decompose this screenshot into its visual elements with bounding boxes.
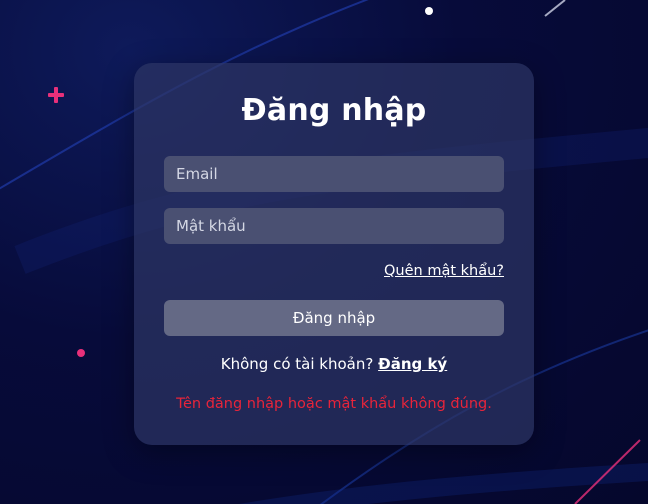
signup-link[interactable]: Đăng ký [378,355,447,373]
email-field[interactable] [164,156,504,192]
password-field[interactable] [164,208,504,244]
dot-sparkle-icon [425,7,433,15]
forgot-password-link[interactable]: Quên mật khẩu? [384,263,504,279]
plus-sparkle-icon [48,87,64,103]
login-button[interactable]: Đăng nhập [164,300,504,336]
dot-sparkle-icon [77,349,85,357]
shooting-star-icon [544,0,566,17]
no-account-text: Không có tài khoản? [220,355,374,373]
signup-row: Không có tài khoản? Đăng ký [134,355,534,373]
error-message: Tên đăng nhập hoặc mật khẩu không đúng. [176,396,492,412]
login-card: Đăng nhập Quên mật khẩu? Đăng nhập Không… [134,63,534,445]
page-title: Đăng nhập [241,93,427,128]
